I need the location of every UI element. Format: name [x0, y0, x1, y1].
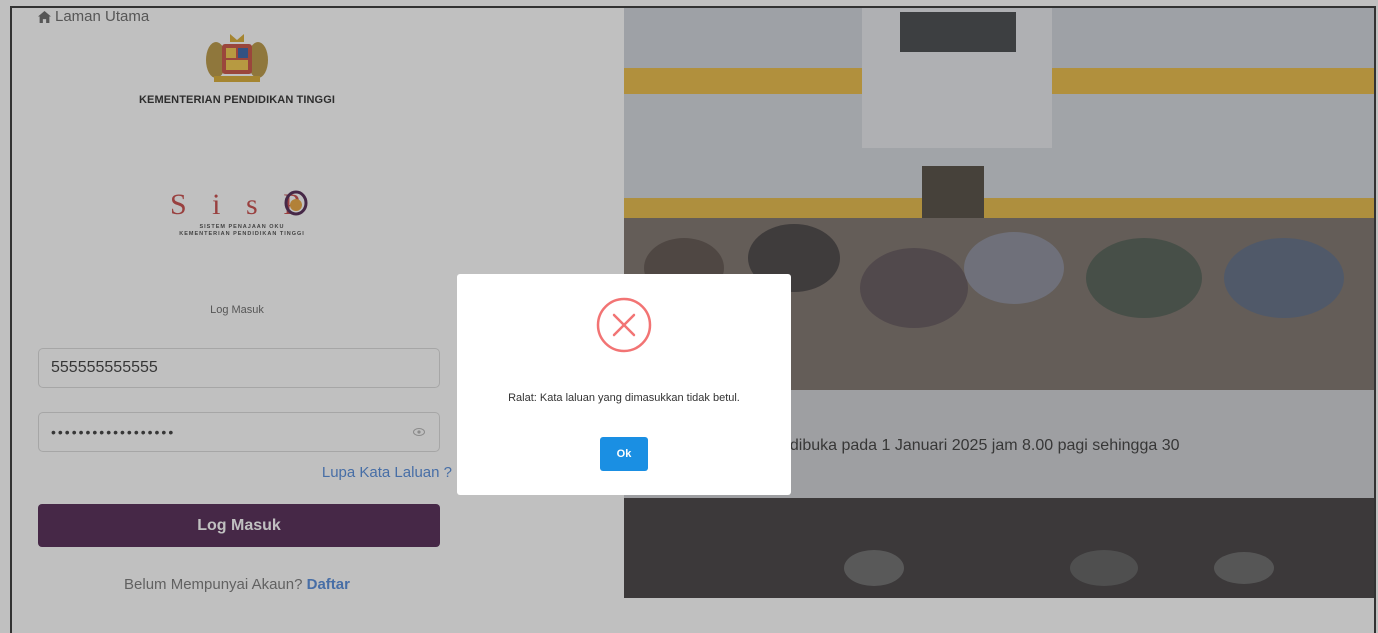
error-message: Ralat: Kata laluan yang dimasukkan tidak… [508, 392, 740, 404]
ok-button[interactable]: Ok [600, 437, 648, 471]
error-dialog: Ralat: Kata laluan yang dimasukkan tidak… [457, 274, 791, 495]
error-x-icon [596, 297, 652, 353]
